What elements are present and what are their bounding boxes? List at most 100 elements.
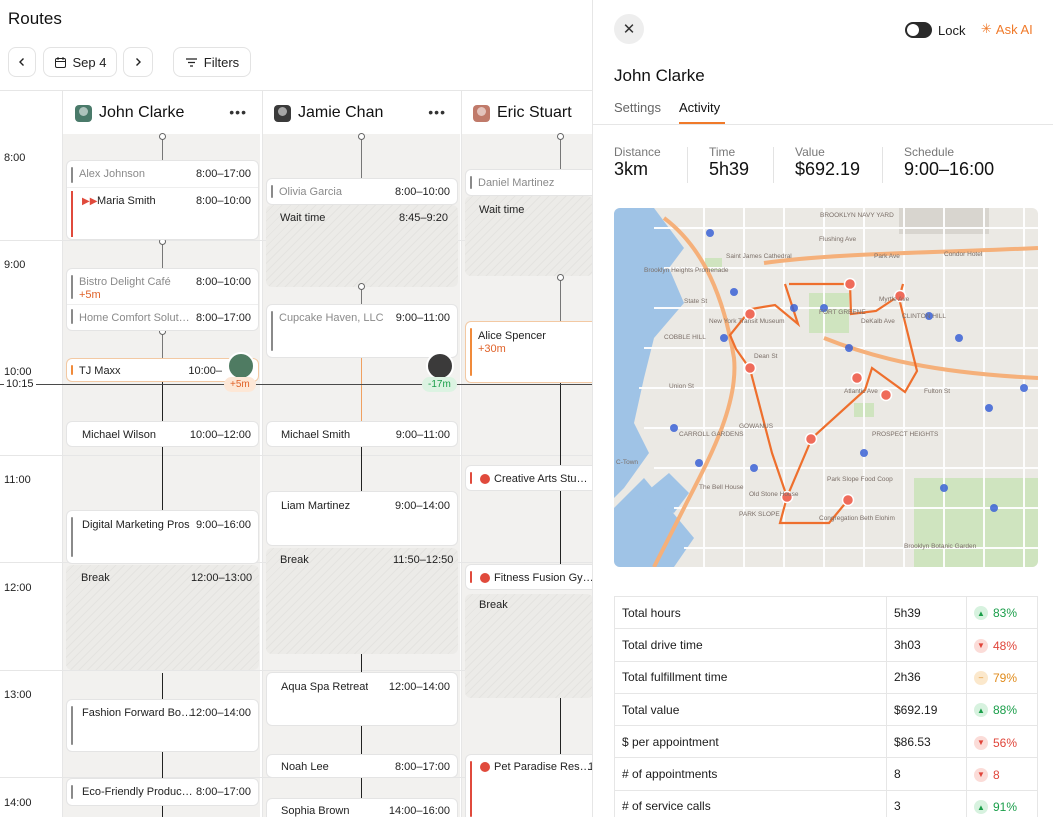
summary-row: $ per appointment $86.53 ▼ 56% [614,725,1038,759]
stop-name: Pet Paradise Res… [494,761,591,773]
stop-card[interactable]: Creative Arts Stu… [465,465,592,491]
route-map[interactable]: BROOKLYN NAVY YARD Flushing Ave Saint Ja… [614,208,1038,567]
stop-card[interactable]: Liam Martinez 9:00–14:00 [266,491,458,546]
date-picker-button[interactable]: Sep 4 [43,47,117,77]
map-label: Brooklyn Heights Promenade [644,267,729,274]
sparkle-icon: ✳ [981,21,992,36]
stop-card[interactable]: Michael Smith 9:00–11:00 [266,421,458,447]
map-label: Brooklyn Botanic Garden [904,543,977,550]
break-label: Break [280,554,309,566]
stop-time: 8:00–10:00 [195,195,251,207]
summary-row: Total fulfillment time 2h36–79% [614,660,1038,694]
metric-label: Total fulfillment time [614,660,887,694]
tab-settings[interactable]: Settings [614,100,661,115]
stop-name: Fitness Fusion Gy… [494,572,592,584]
break-label: Break [81,572,110,584]
trend-down-icon: ▼ [974,767,988,782]
stop-time: 10:00–12:00 [189,429,251,441]
stop-card[interactable]: Michael Wilson 10:00–12:00 [66,421,259,447]
divider [67,187,258,188]
driver-header-jamie[interactable]: Jamie Chan ••• [274,92,460,134]
metric-value: $86.53 [886,725,967,759]
next-day-button[interactable] [123,47,153,77]
stop-time: 9:00–11:00 [395,312,450,324]
lock-toggle[interactable] [905,22,932,38]
date-label: Sep 4 [72,54,107,70]
stop-time: 9:00–16:00 [195,519,251,531]
driver-location-avatar[interactable] [426,352,454,380]
stop-time: 12:00–14:00 [388,681,450,693]
close-button[interactable]: ✕ [614,14,644,44]
divider [687,147,688,183]
map-label: Fulton St [924,388,950,395]
wait-time: 8:45–9:20 [399,212,448,224]
stop-card[interactable]: Olivia Garcia 8:00–10:00 [266,178,458,205]
stop-indicator [470,328,472,376]
stop-card[interactable]: Eco-Friendly Produc… 8:00–17:00 [66,778,259,806]
ask-ai-button[interactable]: ✳ Ask AI [981,21,1033,37]
stop-card[interactable]: Cupcake Haven, LLC 9:00–11:00 [266,304,458,358]
map-label: Park Ave [874,253,900,260]
more-options-icon[interactable]: ••• [428,104,446,120]
stop-card[interactable]: Alex Johnson 8:00–17:00 ▶▶ Maria Smith 8… [66,160,259,240]
map-label: Dean St [754,353,778,360]
delay-label: +30m [478,343,506,355]
stop-card[interactable]: Digital Marketing Pros 9:00–16:00 [66,510,259,564]
map-label: Park Slope Food Coop [827,476,893,483]
stop-card[interactable]: Fitness Fusion Gy… [465,564,592,590]
break-time: 11:50–12:50 [393,554,454,566]
divider [882,147,883,183]
trend-value: 88% [993,703,1018,718]
stop-name: Noah Lee [281,761,329,773]
map-label: PROSPECT HEIGHTS [872,431,939,438]
route-connector [162,673,163,699]
stop-card[interactable]: Bistro Delight Café 8:00–10:00 +5m Home … [66,268,259,331]
map-label: Old Stone House [749,491,799,498]
summary-row: Total hours 5h39 ▲ 83% [614,595,1038,630]
stat-value: 5h39 [709,159,750,179]
stop-indicator [71,517,73,557]
stat-label: Distance [614,145,661,159]
chevron-right-icon [136,58,141,66]
stop-time: 10:00– [188,365,222,377]
driver-location-avatar[interactable] [227,352,255,380]
driver-name: Eric Stuart [497,104,572,121]
lock-label: Lock [938,23,966,38]
stop-card[interactable]: Aqua Spa Retreat 12:00–14:00 [266,672,458,726]
break-label: Break [479,599,508,611]
driver-header-john[interactable]: John Clarke ••• [75,92,261,134]
divider [773,147,774,183]
chevron-left-icon [19,58,24,66]
map-label: FORT GREENE [819,309,866,316]
prev-day-button[interactable] [8,47,36,77]
stop-name: Home Comfort Solut… [79,312,190,324]
time-label: 12:00 [4,582,32,594]
metric-trend: ▼ 56% [966,725,1038,759]
route-node [557,274,564,281]
route-connector [560,698,561,754]
stop-name: Aqua Spa Retreat [281,681,369,693]
stop-name: Cupcake Haven, LLC [279,312,384,324]
stop-card[interactable]: Pet Paradise Res… 1 [465,754,592,817]
stop-name: Liam Martinez [281,500,351,512]
stop-card[interactable]: Alice Spencer +30m [465,321,592,383]
route-connector [560,136,561,169]
panel-title: John Clarke [614,66,705,85]
filters-label: Filters [203,54,240,70]
time-label: 10:00 [4,366,32,378]
driver-header-eric[interactable]: Eric Stuart [473,92,592,134]
stop-indicator [271,185,273,198]
map-label: Congregation Beth Elohim [819,515,895,522]
stop-card[interactable]: Fashion Forward Bo… 12:00–14:00 [66,699,259,752]
tab-activity[interactable]: Activity [679,100,720,115]
stop-card[interactable]: Sophia Brown 14:00–16:00 [266,798,458,817]
summary-table: Total hours 5h39 ▲ 83% Total drive time 3h03 ▼… [614,595,1038,817]
more-options-icon[interactable]: ••• [229,104,247,120]
stop-card[interactable]: Noah Lee 8:00–17:00 [266,754,458,778]
route-node [358,283,365,290]
stop-card[interactable]: Daniel Martinez [465,169,592,196]
filters-button[interactable]: Filters [173,47,251,77]
divider [67,304,258,305]
app: Routes Sep 4 Filters John Clarke ••• Jam… [0,0,1053,817]
trend-value: 8 [993,767,1000,782]
